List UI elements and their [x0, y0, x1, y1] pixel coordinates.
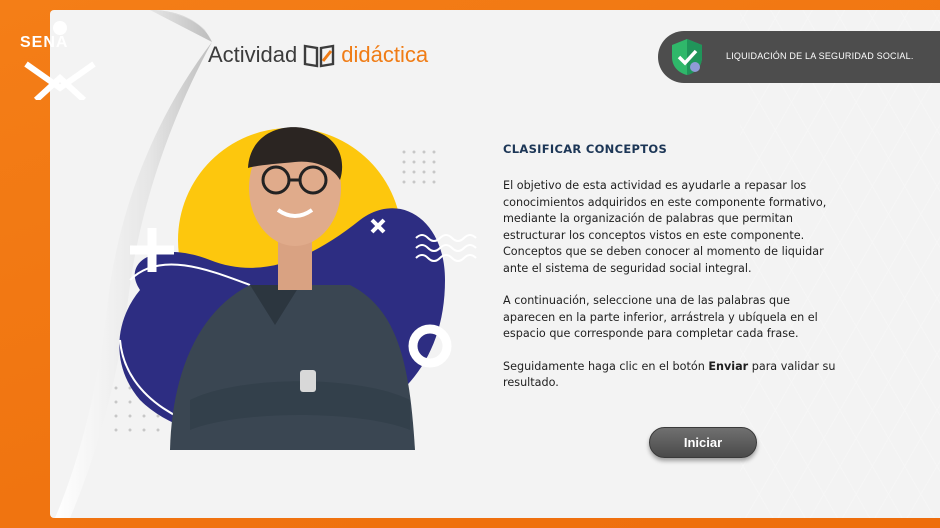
objective-paragraph: El objetivo de esta actividad es ayudarl…	[503, 179, 827, 275]
open-book-pencil-icon	[304, 44, 335, 68]
shield-check-icon	[672, 39, 702, 75]
instructions-paragraph: A continuación, seleccione una de las pa…	[503, 294, 818, 340]
submit-text-bold: Enviar	[708, 359, 749, 373]
activity-screen: SENA Actividad didáctica LIQUIDACIÓN DE …	[0, 0, 940, 528]
sena-logo	[24, 21, 96, 100]
submit-instructions-paragraph: Seguidamente haga clic en el botón Envia…	[503, 359, 843, 392]
topic-title: LIQUIDACIÓN DE LA SEGURIDAD SOCIAL.	[726, 51, 914, 61]
person-illustration	[114, 127, 477, 450]
instructions-panel: CLASIFICAR CONCEPTOS El objetivo de esta…	[503, 142, 843, 408]
title-part-1: Actividad	[208, 42, 298, 67]
logo-text: SENA	[20, 34, 69, 51]
page-title: Actividad didáctica	[208, 42, 428, 68]
start-button[interactable]: Iniciar	[649, 427, 757, 458]
topic-header: LIQUIDACIÓN DE LA SEGURIDAD SOCIAL.	[658, 31, 940, 83]
title-part-2: didáctica	[341, 42, 429, 67]
submit-text-prefix: Seguidamente haga clic en el botón	[503, 359, 709, 373]
section-heading: CLASIFICAR CONCEPTOS	[503, 142, 668, 156]
